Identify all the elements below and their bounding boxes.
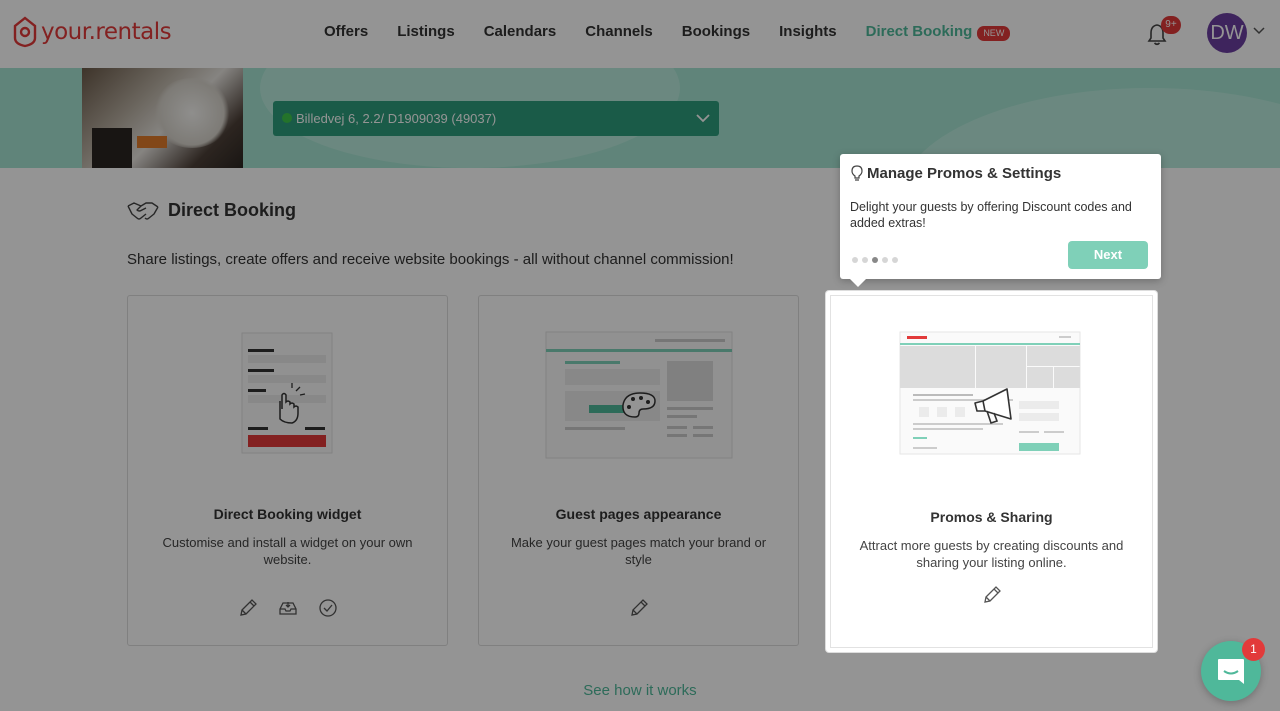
listing-photo [82,68,243,168]
section-title: Direct Booking [168,199,297,220]
nav-item-listings[interactable]: Listings [397,23,455,41]
handshake-icon [127,202,159,220]
brand-logo[interactable]: your.rentals [12,14,172,50]
listing-selector-dropdown[interactable]: Billedvej 6, 2.2/ D1909039 (49037) [273,101,719,136]
brand-name: your.rentals [41,19,172,45]
tooltip-title: Manage Promos & Settings [867,164,1062,182]
nav-item-calendars[interactable]: Calendars [484,23,557,41]
pencil-icon[interactable] [238,598,258,618]
card-description: Attract more guests by creating discount… [859,538,1124,570]
see-how-it-works-link[interactable]: See how it works [0,682,1280,699]
new-badge: NEW [977,26,1011,41]
user-avatar[interactable]: DW [1207,13,1247,53]
chevron-down-icon [696,114,710,123]
tooltip-body: Delight your guests by offering Discount… [850,200,1132,230]
lightbulb-icon [851,165,863,181]
card-actions [128,598,447,618]
pencil-icon[interactable] [982,585,1002,605]
onboarding-tooltip: Manage Promos & Settings Delight your gu… [840,154,1161,287]
card-guest-pages-appearance[interactable]: Guest pages appearance Make your guest p… [478,295,799,646]
guest-pages-illustration [545,331,733,459]
tooltip-next-button[interactable]: Next [1068,241,1148,269]
house-pin-icon [13,16,37,48]
step-dot-active[interactable] [872,257,878,263]
card-actions [479,598,798,618]
pencil-icon[interactable] [629,598,649,618]
nav-item-channels[interactable]: Channels [585,23,653,41]
chat-unread-badge: 1 [1242,638,1265,661]
card-description: Make your guest pages match your brand o… [510,535,767,567]
widget-illustration [241,332,333,454]
nav-item-offers[interactable]: Offers [324,23,368,41]
tooltip-step-indicator [852,257,898,263]
card-description: Customise and install a widget on your o… [162,535,413,567]
promos-illustration [899,331,1081,455]
card-actions [830,585,1153,605]
card-title: Direct Booking widget [213,506,362,522]
nav-item-bookings[interactable]: Bookings [682,23,750,41]
section-header: Direct Booking [127,199,296,221]
step-dot[interactable] [882,257,888,263]
card-title: Guest pages appearance [555,506,722,522]
card-direct-booking-widget[interactable]: Direct Booking widget Customise and inst… [127,295,448,646]
chevron-down-icon[interactable] [1252,26,1266,36]
tooltip-header: Manage Promos & Settings [850,164,1061,182]
section-description: Share listings, create offers and receiv… [127,251,734,268]
notification-count-badge: 9+ [1161,16,1181,34]
listing-selector-value: Billedvej 6, 2.2/ D1909039 (49037) [296,111,497,126]
check-circle-icon[interactable] [318,598,338,618]
step-dot[interactable] [892,257,898,263]
card-promos-sharing[interactable]: Promos & Sharing Attract more guests by … [826,291,1157,652]
inbox-icon[interactable] [278,598,298,618]
top-navigation-bar: your.rentals Offers Listings Calendars C… [0,0,1280,68]
step-dot[interactable] [852,257,858,263]
main-nav: Offers Listings Calendars Channels Booki… [324,23,1011,41]
nav-item-direct-booking[interactable]: Direct Booking [866,23,973,41]
card-title: Promos & Sharing [930,509,1053,525]
nav-item-insights[interactable]: Insights [779,23,837,41]
chat-icon [1218,659,1244,684]
step-dot[interactable] [862,257,868,263]
listing-status-dot [282,113,292,123]
